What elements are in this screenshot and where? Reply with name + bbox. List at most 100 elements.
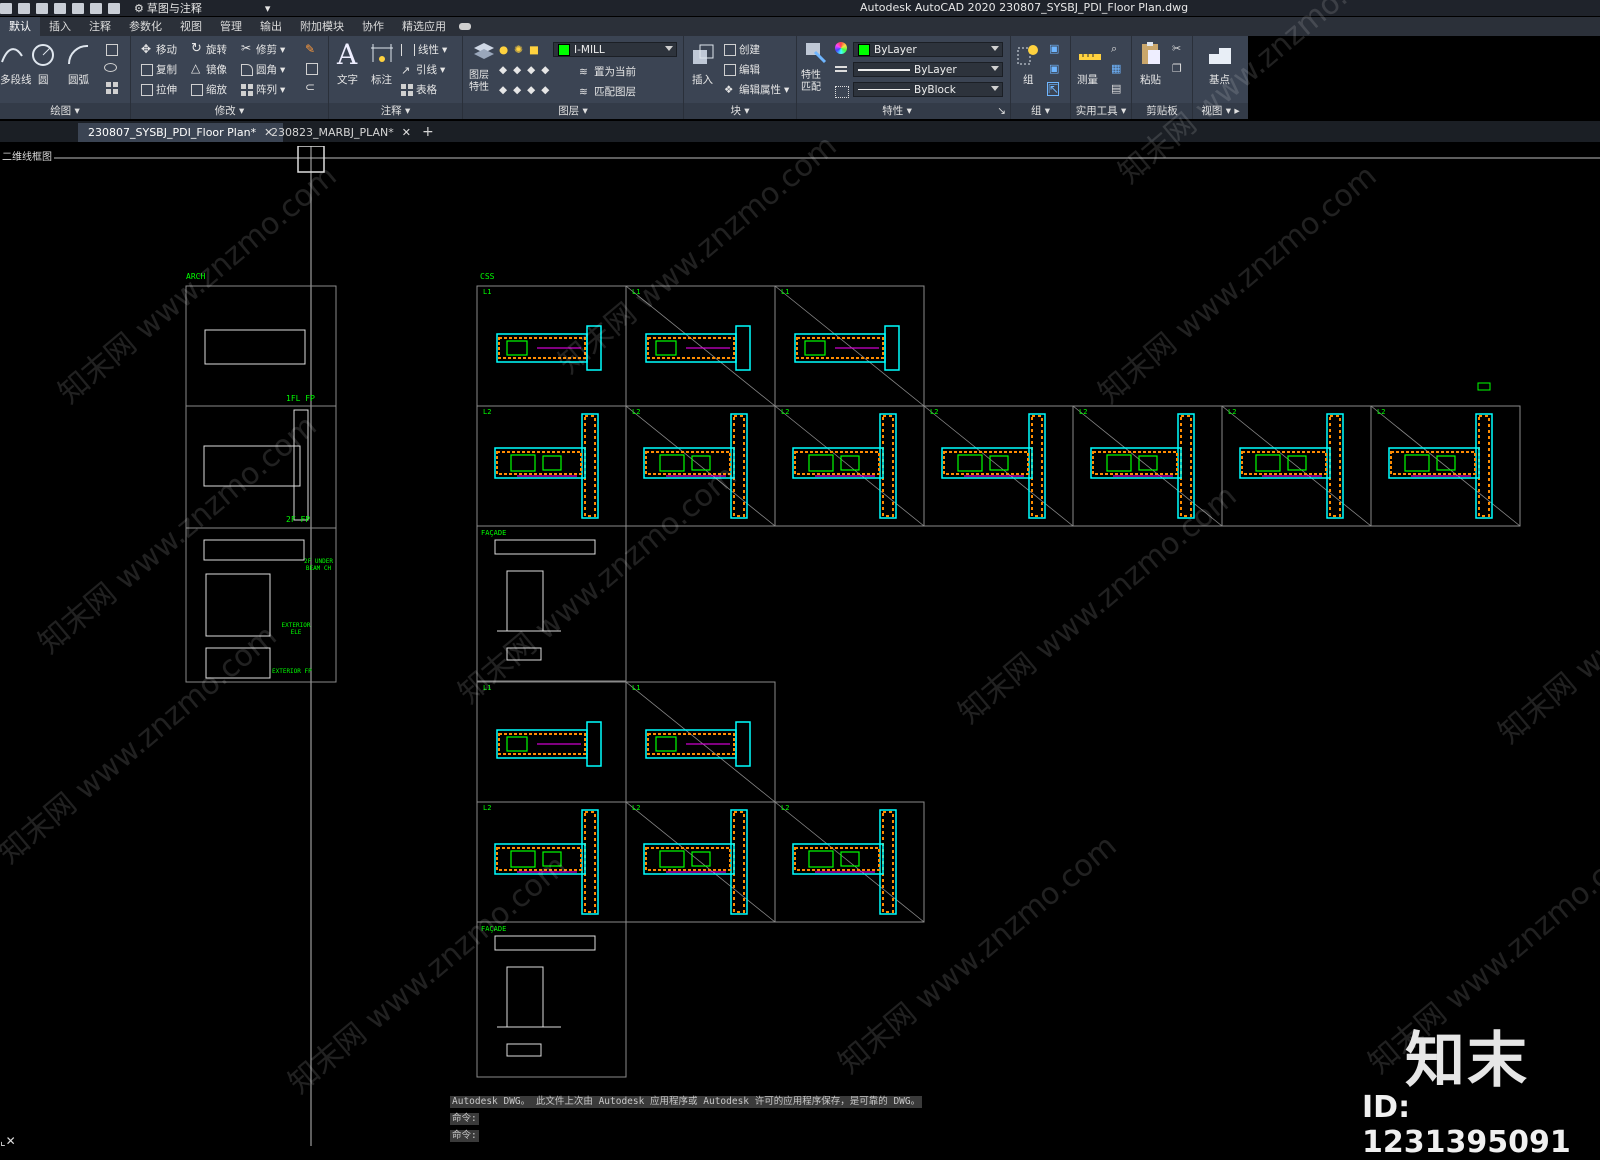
panel-annotation-title[interactable]: 注释 ▾ — [329, 103, 462, 119]
file-tab-marbj-plan[interactable]: 230823_MARBJ_PLAN* ✕ — [261, 123, 421, 142]
layer-properties-button[interactable]: 图层 特性 — [469, 70, 489, 94]
tab-insert[interactable]: 插入 — [40, 17, 80, 36]
layer-unisolate-icon[interactable]: ◆ — [499, 84, 507, 96]
tab-manage[interactable]: 管理 — [211, 17, 251, 36]
create-block-button[interactable]: 创建 — [724, 42, 760, 57]
paste-button[interactable]: 粘贴 — [1140, 72, 1161, 87]
match-layer-button[interactable]: ≋ 匹配图层 — [579, 84, 636, 99]
circle-button[interactable]: 圆 — [38, 72, 49, 87]
panel-draw-title[interactable]: 绘图 ▾ — [0, 103, 130, 119]
dimension-icon[interactable] — [369, 42, 395, 68]
text-icon[interactable]: A — [337, 38, 357, 71]
ellipse-icon[interactable] — [104, 63, 117, 72]
arc-icon[interactable] — [66, 42, 92, 68]
layer-freeze-icon[interactable]: ◆ — [527, 64, 535, 76]
calculator-icon[interactable]: ▤ — [1111, 82, 1121, 95]
arc-button[interactable]: 圆弧 — [68, 72, 89, 87]
redo-icon[interactable] — [108, 2, 120, 14]
polyline-icon[interactable] — [0, 42, 26, 68]
save-as-icon[interactable] — [54, 2, 66, 14]
layer-isolate-icon[interactable]: ◆ — [499, 64, 507, 76]
set-current-button[interactable]: ≋ 置为当前 — [579, 64, 636, 79]
command-prompt-2[interactable]: 命令: — [450, 1130, 479, 1142]
copy-clip-icon[interactable]: ❐ — [1172, 62, 1182, 75]
lineweight-icon[interactable] — [835, 66, 847, 68]
rectangle-icon[interactable] — [106, 44, 118, 56]
measure-button[interactable]: 测量 — [1077, 72, 1098, 87]
layer-off-icon[interactable]: ◆ — [513, 64, 521, 76]
quick-select-icon[interactable]: ⌕ — [1111, 42, 1117, 56]
color-wheel-icon[interactable] — [835, 42, 847, 54]
file-tab-floor-plan[interactable]: 230807_SYSBJ_PDI_Floor Plan* ✕ — [78, 123, 284, 142]
group-edit-icon[interactable]: ▣ — [1049, 62, 1059, 75]
ribbon-minimize-toggle[interactable] — [455, 17, 475, 36]
drawing-canvas[interactable] — [0, 146, 1600, 1146]
trim-button[interactable]: 修剪 ▾ — [241, 41, 285, 57]
tab-view[interactable]: 视图 — [171, 17, 211, 36]
new-tab-plus-icon[interactable]: + — [412, 123, 444, 142]
plot-icon[interactable] — [72, 2, 84, 14]
linetype-dropdown[interactable]: ByLayer — [853, 62, 1003, 77]
edit-block-button[interactable]: 编辑 — [724, 62, 760, 77]
ungroup-icon[interactable]: ▣ — [1049, 42, 1059, 55]
tab-default[interactable]: 默认 — [0, 17, 40, 36]
viewport-controls[interactable]: 二维线框图 — [0, 148, 54, 163]
lightbulb-icon[interactable]: ● — [499, 44, 508, 56]
circle-icon[interactable] — [30, 42, 56, 68]
panel-utilities-title[interactable]: 实用工具 ▾ — [1071, 103, 1131, 119]
explode-icon[interactable] — [306, 63, 318, 75]
sun-icon[interactable]: ✺ — [514, 44, 523, 56]
layer-dropdown[interactable]: I-MILL — [553, 42, 677, 57]
group-button[interactable]: 组 — [1023, 72, 1034, 87]
panel-view-title[interactable]: 视图 ▾ ▸ — [1193, 103, 1248, 119]
scale-button[interactable]: 缩放 — [191, 82, 227, 97]
array-button[interactable]: 阵列 ▾ — [241, 82, 285, 97]
base-button[interactable]: 基点 — [1209, 72, 1230, 87]
linear-button[interactable]: 线性 ▾ — [401, 42, 447, 57]
panel-modify-title[interactable]: 修改 ▾ — [131, 103, 328, 119]
cut-icon[interactable]: ✂ — [1172, 42, 1181, 55]
new-file-icon[interactable] — [0, 2, 12, 14]
layer-properties-icon[interactable] — [471, 40, 497, 66]
insert-button[interactable]: 插入 — [692, 72, 713, 87]
layer-thaw-icon[interactable]: ◆ — [527, 84, 535, 96]
mirror-button[interactable]: 镜像 — [191, 61, 227, 77]
color-dropdown[interactable]: ByLayer — [853, 42, 1003, 57]
cad-drawing[interactable] — [0, 146, 1600, 1146]
table-button[interactable]: 表格 — [401, 82, 437, 97]
panel-expand-icon[interactable]: ↘ — [997, 103, 1006, 119]
lock-icon[interactable]: ■ — [529, 44, 539, 56]
panel-groups-title[interactable]: 组 ▾ — [1011, 103, 1070, 119]
offset-icon[interactable]: ⊂ — [305, 80, 317, 94]
polyline-button[interactable]: 多段线 — [0, 72, 32, 87]
leader-button[interactable]: ↗ 引线 ▾ — [401, 62, 445, 77]
match-properties-icon[interactable] — [803, 40, 829, 66]
fillet-button[interactable]: 圆角 ▾ — [241, 62, 285, 77]
layer-lock-icon[interactable]: ◆ — [541, 64, 549, 76]
layer-on-icon[interactable]: ◆ — [513, 84, 521, 96]
tab-addins[interactable]: 附加模块 — [291, 17, 353, 36]
tab-output[interactable]: 输出 — [251, 17, 291, 36]
close-icon[interactable]: ✕ — [402, 126, 411, 139]
panel-block-title[interactable]: 块 ▾ — [684, 103, 796, 119]
group-select-icon[interactable]: ⇱ — [1047, 82, 1060, 96]
select-all-icon[interactable]: ▦ — [1111, 62, 1121, 75]
tab-featured-apps[interactable]: 精选应用 — [393, 17, 455, 36]
dimension-button[interactable]: 标注 — [371, 72, 392, 87]
rotate-button[interactable]: 旋转 — [191, 41, 227, 57]
save-icon[interactable] — [36, 2, 48, 14]
insert-block-icon[interactable] — [690, 42, 716, 68]
transparency-icon[interactable] — [835, 86, 849, 98]
panel-clipboard-title[interactable]: 剪贴板 — [1132, 103, 1192, 119]
edit-attributes-button[interactable]: ❖ 编辑属性 ▾ — [724, 82, 789, 97]
workspace-switcher[interactable]: ⚙ 草图与注释 ▾ — [134, 0, 270, 16]
lineweight-dropdown[interactable]: ByBlock — [853, 82, 1003, 97]
base-point-icon[interactable] — [1207, 42, 1233, 68]
paste-icon[interactable] — [1138, 40, 1164, 66]
tab-annotate[interactable]: 注释 — [80, 17, 120, 36]
copy-button[interactable]: 复制 — [141, 62, 177, 77]
start-tab[interactable] — [0, 123, 60, 142]
tab-collaborate[interactable]: 协作 — [353, 17, 393, 36]
panel-layers-title[interactable]: 图层 ▾ — [463, 103, 683, 119]
match-properties-button[interactable]: 特性 匹配 — [801, 70, 821, 94]
